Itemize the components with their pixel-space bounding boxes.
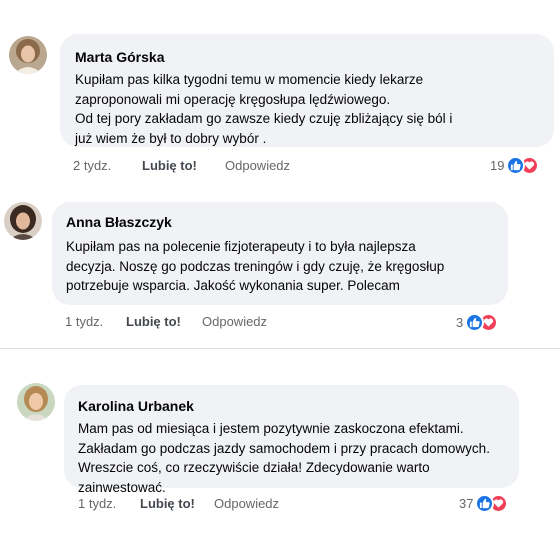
reactions[interactable]: 19 xyxy=(490,154,540,176)
reply-button[interactable]: Odpowiedz xyxy=(214,496,279,511)
reactions-count: 19 xyxy=(490,157,505,173)
comment-text-line: zainwestować. xyxy=(78,479,166,495)
thumbs-up-icon xyxy=(465,312,485,332)
avatar[interactable] xyxy=(17,383,55,421)
comment-text-line: już wiem że był to dobry wybór . xyxy=(75,130,267,146)
reply-button[interactable]: Odpowiedz xyxy=(225,158,290,173)
comment-text-line: decyzja. Noszę go podczas treningów i gd… xyxy=(66,258,445,274)
comment-text: Mam pas od miesiąca i jestem pozytywnie … xyxy=(78,419,490,497)
comment-text-line: Zakładam go podczas jazdy samochodem i p… xyxy=(78,440,490,456)
comment-timestamp[interactable]: 1 tydz. xyxy=(78,496,116,511)
comment-author[interactable]: Anna Błaszczyk xyxy=(66,214,172,230)
avatar[interactable] xyxy=(4,202,42,240)
comment-author[interactable]: Marta Górska xyxy=(75,49,164,65)
thumbs-up-icon xyxy=(475,493,495,513)
reactions-count: 37 xyxy=(459,495,474,511)
reactions-count: 3 xyxy=(456,314,464,330)
comment-timestamp[interactable]: 2 tydz. xyxy=(73,158,111,173)
comment-text-line: potrzebuje wsparcia. Jakość wykonania su… xyxy=(66,278,400,293)
divider xyxy=(0,348,560,349)
avatar[interactable] xyxy=(9,36,47,74)
like-button[interactable]: Lubię to! xyxy=(140,496,195,511)
comment-text: Kupiłam pas na polecenie fizjoterapeuty … xyxy=(66,237,444,296)
reactions[interactable]: 37 xyxy=(459,492,509,514)
comment-text-line: Kupiłam pas kilka tygodni temu w momenci… xyxy=(75,72,424,87)
comment-text-line: zaproponowali mi operację kręgosłupa lęd… xyxy=(75,91,391,107)
comment-text-line: Wreszcie coś, co rzeczywiście działa! Zd… xyxy=(78,460,430,475)
reactions[interactable]: 3 xyxy=(456,311,499,333)
comment-text-line: Mam pas od miesiąca i jestem pozytywnie … xyxy=(78,421,464,436)
thumbs-up-icon xyxy=(506,155,526,175)
like-button[interactable]: Lubię to! xyxy=(126,314,181,329)
comment-text-line: Kupiłam pas na polecenie fizjoterapeuty … xyxy=(66,239,416,254)
reply-button[interactable]: Odpowiedz xyxy=(202,314,267,329)
comment-text-line: Od tej pory zakładam go zawsze kiedy czu… xyxy=(75,111,453,126)
comment-author[interactable]: Karolina Urbanek xyxy=(78,398,194,414)
like-button[interactable]: Lubię to! xyxy=(142,158,197,173)
comment-text: Kupiłam pas kilka tygodni temu w momenci… xyxy=(75,70,452,148)
comment-timestamp[interactable]: 1 tydz. xyxy=(65,314,103,329)
